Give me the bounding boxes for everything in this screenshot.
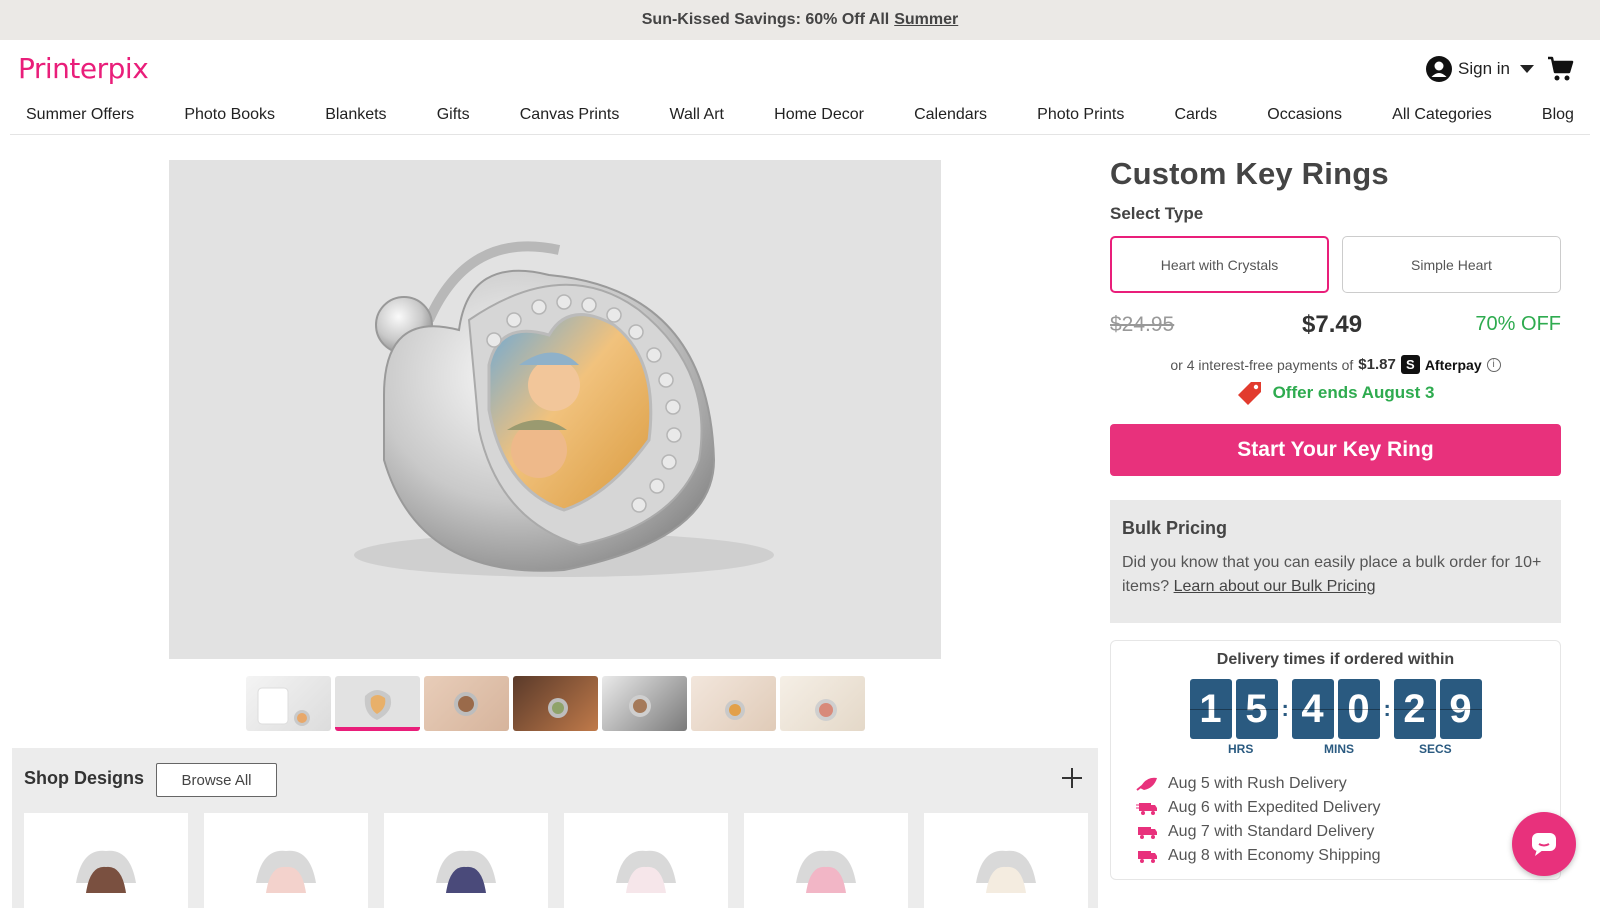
nav-wall-art[interactable]: Wall Art: [669, 106, 724, 124]
delivery-option-expedited: Aug 6 with Expedited Delivery: [1136, 796, 1560, 820]
info-icon[interactable]: i: [1486, 357, 1501, 372]
timer-label-mins: MINS: [1324, 742, 1354, 756]
select-type-label: Select Type: [1110, 204, 1204, 223]
promo-banner: Sun-Kissed Savings: 60% Off All Summer: [0, 0, 1600, 40]
design-card[interactable]: [564, 813, 728, 913]
delivery-options: Aug 5 with Rush Delivery Aug 6 with Expe…: [1136, 772, 1560, 868]
promo-text: Sun-Kissed Savings: 60% Off All: [641, 11, 890, 28]
timer-digit: 9: [1439, 679, 1482, 739]
thumbnail-4[interactable]: [513, 676, 598, 731]
account-area: Sign in: [1426, 55, 1574, 83]
start-key-ring-button[interactable]: Start Your Key Ring: [1110, 424, 1561, 476]
delivery-option-text: Aug 5 with Rush Delivery: [1168, 775, 1347, 792]
design-card[interactable]: [204, 813, 368, 913]
main-nav: Summer Offers Photo Books Blankets Gifts…: [10, 96, 1590, 135]
nav-all-categories[interactable]: All Categories: [1392, 106, 1492, 124]
bulk-pricing-link[interactable]: Learn about our Bulk Pricing: [1174, 578, 1376, 595]
nav-calendars[interactable]: Calendars: [914, 106, 987, 124]
logo[interactable]: Printerpix: [18, 52, 149, 85]
sign-in-link[interactable]: Sign in: [1458, 59, 1510, 79]
design-card-list: [24, 813, 1088, 913]
chevron-down-icon[interactable]: [1520, 65, 1534, 73]
product-panel: Custom Key Rings Select Type Heart with …: [1110, 156, 1561, 880]
afterpay-brand: Afterpay: [1424, 356, 1482, 373]
nav-occasions[interactable]: Occasions: [1267, 106, 1342, 124]
delivery-box: Delivery times if ordered within 1 5 : 4…: [1110, 640, 1561, 880]
delivery-option-text: Aug 7 with Standard Delivery: [1168, 823, 1375, 840]
browse-all-button[interactable]: Browse All: [156, 763, 277, 797]
countdown-timer: 1 5 : 4 0 : 2 9: [1111, 679, 1560, 739]
timer-digit: 1: [1189, 679, 1232, 739]
bulk-pricing-title: Bulk Pricing: [1122, 518, 1228, 538]
timer-digit: 2: [1393, 679, 1436, 739]
offer-banner: Offer ends August 3: [1110, 380, 1561, 406]
rocket-icon: [1136, 777, 1157, 791]
timer-digit: 5: [1235, 679, 1278, 739]
shop-designs-section: Shop Designs Browse All: [12, 748, 1098, 913]
nav-summer-offers[interactable]: Summer Offers: [26, 106, 134, 124]
design-card[interactable]: [24, 813, 188, 913]
afterpay-info: or 4 interest-free payments of $1.87 S A…: [1110, 355, 1561, 374]
truck-fast-icon: [1136, 803, 1157, 815]
type-heart-with-crystals[interactable]: Heart with Crystals: [1110, 236, 1329, 293]
price-row: $24.95 $7.49 70% OFF: [1110, 307, 1561, 347]
afterpay-amount: $1.87: [1358, 356, 1396, 373]
chat-bubble-icon: [1532, 833, 1556, 856]
thumbnail-3[interactable]: [424, 676, 509, 731]
design-card[interactable]: [924, 813, 1088, 913]
timer-labels: HRS MINS SECS: [1111, 742, 1560, 758]
chat-button[interactable]: [1512, 812, 1576, 876]
original-price: $24.95: [1110, 313, 1175, 336]
delivery-option-standard: Aug 7 with Standard Delivery: [1136, 820, 1560, 844]
nav-blankets[interactable]: Blankets: [325, 106, 386, 124]
shop-designs-title: Shop Designs: [24, 768, 145, 788]
delivery-option-rush: Aug 5 with Rush Delivery: [1136, 772, 1560, 796]
nav-canvas-prints[interactable]: Canvas Prints: [520, 106, 620, 124]
price-tag-icon: [1237, 382, 1261, 405]
cart-icon[interactable]: [1546, 55, 1574, 83]
sale-price: $7.49: [1302, 311, 1363, 338]
bulk-pricing-box: Bulk Pricing Did you know that you can e…: [1110, 500, 1561, 623]
site-header: Printerpix Sign in: [0, 40, 1600, 96]
thumbnail-2[interactable]: [335, 676, 420, 731]
afterpay-prefix: or 4 interest-free payments of: [1170, 356, 1354, 373]
user-icon[interactable]: [1426, 56, 1453, 82]
delivery-title: Delivery times if ordered within: [1216, 651, 1455, 668]
bulk-pricing-text: Did you know that you can easily place a…: [1122, 551, 1549, 599]
nav-photo-books[interactable]: Photo Books: [184, 106, 275, 124]
nav-photo-prints[interactable]: Photo Prints: [1037, 106, 1124, 124]
timer-digit: 4: [1291, 679, 1334, 739]
timer-separator: :: [1281, 696, 1289, 721]
timer-separator: :: [1383, 696, 1391, 721]
design-card[interactable]: [744, 813, 908, 913]
timer-label-hrs: HRS: [1228, 742, 1254, 756]
thumbnail-6[interactable]: [691, 676, 776, 731]
thumbnail-1[interactable]: [246, 676, 331, 731]
design-card[interactable]: [384, 813, 548, 913]
type-simple-heart[interactable]: Simple Heart: [1342, 236, 1561, 293]
discount-label: 70% OFF: [1475, 313, 1561, 335]
nav-cards[interactable]: Cards: [1174, 106, 1217, 124]
delivery-option-text: Aug 8 with Economy Shipping: [1168, 847, 1381, 864]
afterpay-logo-icon: S: [1400, 355, 1420, 374]
timer-digit: 0: [1337, 679, 1380, 739]
thumbnail-strip: [246, 676, 865, 731]
heart-keyring-image: [354, 241, 774, 577]
truck-icon: [1138, 851, 1157, 863]
delivery-option-economy: Aug 8 with Economy Shipping: [1136, 844, 1560, 868]
nav-blog[interactable]: Blog: [1542, 106, 1574, 124]
type-options: Heart with Crystals Simple Heart: [1110, 236, 1561, 293]
truck-icon: [1138, 827, 1157, 839]
promo-link[interactable]: Summer: [894, 11, 958, 29]
nav-gifts[interactable]: Gifts: [437, 106, 470, 124]
offer-text: Offer ends August 3: [1272, 383, 1435, 402]
product-title: Custom Key Rings: [1110, 156, 1389, 191]
timer-label-secs: SECS: [1419, 742, 1452, 756]
thumbnail-7[interactable]: [780, 676, 865, 731]
product-main-image: [169, 160, 941, 659]
delivery-option-text: Aug 6 with Expedited Delivery: [1168, 799, 1381, 816]
expand-plus-icon[interactable]: [1060, 766, 1084, 790]
nav-home-decor[interactable]: Home Decor: [774, 106, 864, 124]
thumbnail-5[interactable]: [602, 676, 687, 731]
